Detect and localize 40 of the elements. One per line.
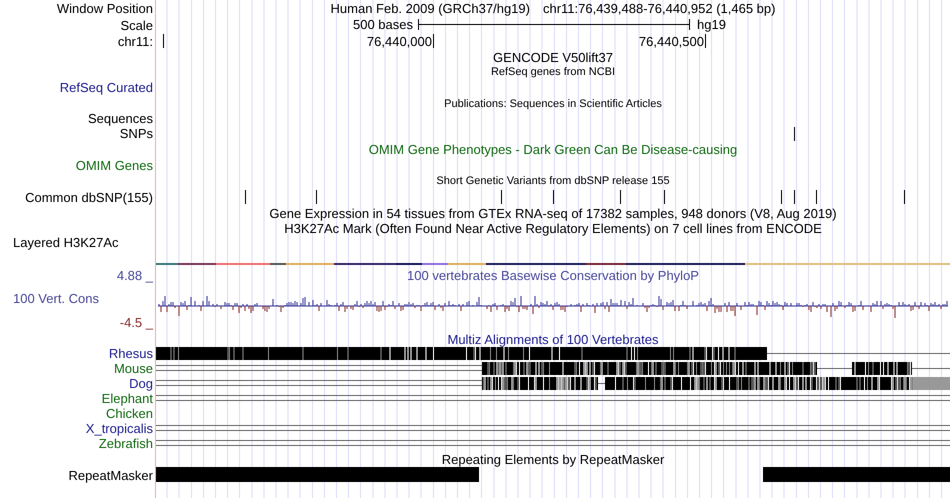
axis-min-label: -4.5 _ [120,315,153,330]
coordinate-label: 76,440,500 [638,34,704,49]
axis-max-label: 4.88 _ [116,268,153,283]
track-label: Layered H3K27Ac [13,236,119,249]
track-label: Dog [129,376,153,391]
track-label: X_tropicalis [86,421,153,436]
track-title: OMIM Gene Phenotypes - Dark Green Can Be Disease-causing [368,142,738,157]
track-title: GENCODE V50lift37 [493,50,613,65]
track-title: Short Genetic Variants from dbSNP release 155 [436,175,670,187]
track-label: Sequences [88,111,153,126]
assembly-name: hg19 [697,17,726,33]
track-label: SNPs [120,126,153,141]
track-title: H3K27Ac Mark (Often Found Near Active Regulatory Elements) on 7 cell lines from ENCODE [284,221,822,236]
track-label: RepeatMasker [68,468,153,482]
track-title: Repeating Elements by RepeatMasker [442,452,664,466]
track-label: Chicken [106,406,153,421]
track-label: 100 Vert. Cons [12,291,99,306]
coordinate-label: 76,440,000 [366,34,432,49]
scale-length: 500 bases [353,17,413,33]
track-label: OMIM Genes [76,158,153,173]
track-label: Common dbSNP(155) [25,190,153,204]
track-title: Multiz Alignments of 100 Vertebrates [447,332,658,347]
track-title: Gene Expression in 54 tissues from GTEx RNA-seq of 17382 samples, 948 donors (V8, Aug 2019) [269,206,837,220]
position-text: chr11:76,439,488-76,440,952 (1,465 bp) [542,1,776,16]
track-title: 100 vertebrates Basewise Conservation by PhyloP [407,268,699,283]
variant-ticks-drawing [794,127,795,141]
track-title: RefSeq genes from NCBI [490,66,616,78]
row-label: Window Position [56,1,153,16]
track-label: Elephant [102,391,153,406]
tick-mark [163,34,164,48]
track-label: Zebrafish [98,436,153,451]
track-label: Mouse [114,361,153,376]
assembly-name: Human Feb. 2009 (GRCh37/hg19) [330,1,530,16]
tick-mark [705,34,706,48]
row-label: Scale [120,18,153,32]
row-label: chr11: [118,34,153,49]
track-label: RefSeq Curated [60,80,153,95]
track-title: Publications: Sequences in Scientific Articles [444,98,662,110]
track-label: Rhesus [108,346,153,361]
tick-mark [433,34,434,48]
